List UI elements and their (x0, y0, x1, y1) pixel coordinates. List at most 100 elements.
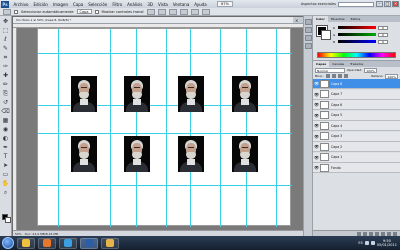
layer-mask-icon[interactable] (369, 231, 373, 236)
volume-icon[interactable] (370, 241, 375, 245)
align-left-icon[interactable] (180, 8, 189, 15)
guide-horizontal[interactable] (38, 185, 292, 186)
close-button[interactable]: × (392, 1, 399, 7)
tab-paths[interactable]: Trazados (347, 61, 366, 67)
layer-row[interactable]: 👁 Capa 6 (313, 100, 400, 110)
visibility-eye-icon[interactable]: 👁 (314, 123, 319, 128)
color-spectrum-bar[interactable] (317, 52, 396, 58)
layer-row[interactable]: 👁 Capa 2 (313, 142, 400, 152)
menu-select[interactable]: Selección (86, 2, 110, 7)
menu-image[interactable]: Imagen (50, 2, 70, 7)
visibility-eye-icon[interactable]: 👁 (314, 134, 319, 139)
slider-blue[interactable]: B 0 (333, 39, 388, 44)
slider-red[interactable]: R 0 (333, 25, 388, 30)
lock-all-icon[interactable] (343, 74, 348, 78)
menu-analysis[interactable]: Análisis (125, 2, 145, 7)
toolbox-background-swatch[interactable] (5, 217, 11, 223)
menu-view[interactable]: Vista (155, 2, 170, 7)
fill-field[interactable]: 100% (385, 73, 398, 79)
zoom-level-select[interactable]: 67% (217, 1, 233, 7)
portrait-photo[interactable] (178, 136, 204, 172)
blend-mode-select[interactable]: Normal (315, 67, 345, 73)
menu-layer[interactable]: Capa (71, 2, 86, 7)
background-color-swatch[interactable] (321, 30, 331, 40)
visibility-eye-icon[interactable]: 👁 (314, 113, 319, 118)
portrait-photo[interactable] (232, 136, 258, 172)
lock-pixels-icon[interactable] (331, 74, 336, 78)
layer-row[interactable]: 👁 Capa 5 (313, 110, 400, 121)
portrait-photo[interactable] (232, 76, 258, 112)
taskbar-photoshop-button[interactable] (80, 237, 98, 249)
menu-window[interactable]: Ventana (170, 2, 191, 7)
eraser-tool-icon[interactable]: ⌫ (1, 108, 10, 116)
layer-row[interactable]: 👁 Capa 3 (313, 131, 400, 142)
quick-select-tool-icon[interactable]: ✎ (1, 45, 10, 53)
new-group-icon[interactable] (381, 231, 385, 236)
start-button[interactable] (2, 237, 14, 249)
healing-brush-tool-icon[interactable]: ✚ (1, 72, 10, 80)
taskbar-media-player-button[interactable] (59, 237, 77, 249)
shape-tool-icon[interactable]: ▭ (1, 171, 10, 179)
adjustment-layer-icon[interactable] (375, 231, 379, 236)
layer-row[interactable]: 👁 Capa 7 (313, 89, 400, 100)
taskbar-folder-button[interactable] (101, 237, 119, 249)
hand-tool-icon[interactable]: ✋ (1, 180, 10, 188)
slider-green[interactable]: G 0 (333, 32, 388, 37)
status-zoom[interactable]: 50% (15, 232, 22, 236)
dodge-tool-icon[interactable]: ◐ (1, 135, 10, 143)
align-center-icon[interactable] (191, 8, 200, 15)
menu-file[interactable]: Archivo (11, 2, 31, 7)
tab-color[interactable]: Color (313, 16, 328, 22)
guide-vertical[interactable] (58, 29, 59, 227)
layer-row[interactable]: 👁 Capa 1 (313, 152, 400, 163)
tab-styles[interactable]: Estilos (348, 16, 364, 22)
guide-vertical[interactable] (166, 29, 167, 227)
visibility-eye-icon[interactable]: 👁 (314, 144, 319, 149)
align-right-icon[interactable] (202, 8, 211, 15)
history-brush-tool-icon[interactable]: ↺ (1, 99, 10, 107)
brush-tool-icon[interactable]: ✏ (1, 81, 10, 89)
history-panel-icon[interactable] (304, 19, 312, 25)
language-indicator[interactable]: ES (358, 241, 362, 245)
vertical-ruler[interactable] (13, 28, 17, 230)
link-layers-icon[interactable] (357, 231, 361, 236)
layer-row[interactable]: 👁 Capa 8 (313, 79, 400, 89)
opacity-field[interactable]: 100% (364, 67, 377, 73)
type-tool-icon[interactable]: T (1, 153, 10, 161)
slider-green-value[interactable]: 0 (378, 32, 388, 37)
portrait-photo[interactable] (71, 136, 97, 172)
align-bottom-icon[interactable] (169, 8, 178, 15)
tab-layers[interactable]: Capas (313, 61, 330, 67)
maximize-button[interactable]: □ (384, 1, 391, 7)
layer-row[interactable]: 👁 Fondo (313, 163, 400, 173)
minimize-button[interactable]: – (376, 1, 383, 7)
adjustments-panel-icon[interactable] (304, 35, 312, 41)
slider-green-track[interactable] (338, 33, 376, 36)
network-icon[interactable] (364, 241, 369, 245)
eyedropper-tool-icon[interactable]: ✑ (1, 63, 10, 71)
guide-vertical[interactable] (276, 29, 277, 227)
guide-vertical[interactable] (110, 29, 111, 227)
tab-swatches[interactable]: Muestras (328, 16, 348, 22)
show-transform-controls-checkbox[interactable] (94, 9, 99, 14)
lock-transparent-icon[interactable] (325, 74, 330, 78)
clock[interactable]: 9:50 05/01/2011 (377, 239, 397, 247)
actions-panel-icon[interactable] (304, 27, 312, 33)
portrait-photo[interactable] (178, 76, 204, 112)
portrait-photo[interactable] (71, 76, 97, 112)
visibility-eye-icon[interactable]: 👁 (314, 102, 319, 107)
path-select-tool-icon[interactable]: ➤ (1, 162, 10, 170)
guide-horizontal[interactable] (38, 53, 292, 54)
marquee-tool-icon[interactable]: ⬚ (1, 27, 10, 35)
lasso-tool-icon[interactable]: ℓ (1, 36, 10, 44)
visibility-eye-icon[interactable]: 👁 (314, 155, 319, 160)
menu-edit[interactable]: Edición (31, 2, 50, 7)
visibility-eye-icon[interactable]: 👁 (314, 81, 319, 86)
menu-filter[interactable]: Filtro (110, 2, 125, 7)
menu-help[interactable]: Ayuda (192, 2, 209, 7)
layer-style-icon[interactable] (363, 231, 367, 236)
trash-icon[interactable] (393, 231, 397, 236)
workspace-switcher[interactable]: Aspectos esenciales (301, 2, 336, 6)
slider-red-value[interactable]: 0 (378, 25, 388, 30)
masks-panel-icon[interactable] (304, 43, 312, 49)
